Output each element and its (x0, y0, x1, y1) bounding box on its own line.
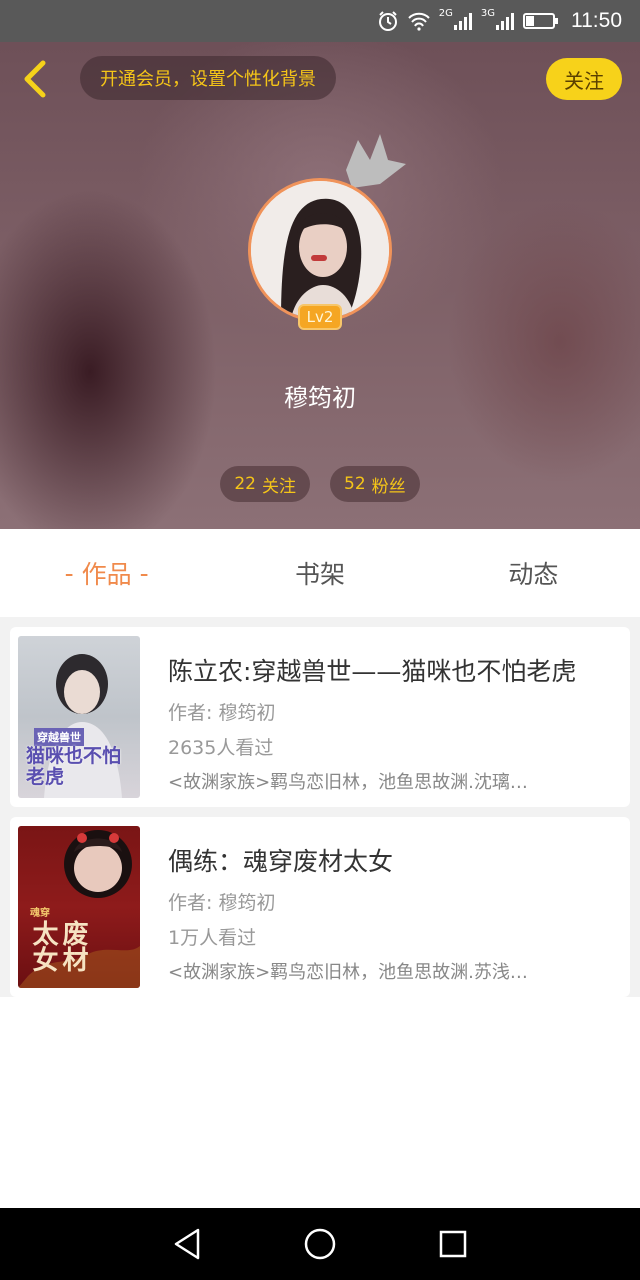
signal-2g-icon: 2G (439, 8, 473, 31)
tab-active-dash-right: - (139, 558, 149, 588)
vip-prompt-text: 开通会员，设置个性化背景 (100, 69, 316, 90)
tab-works[interactable]: - 作品 - (0, 529, 213, 617)
book-list: 穿越兽世 猫咪也不怕老虎 陈立农:穿越兽世——猫咪也不怕老虎 作者: 穆筠初 2… (0, 617, 640, 997)
cover-title: 猫咪也不怕老虎 (26, 745, 122, 788)
tab-activity[interactable]: 动态 (427, 529, 640, 617)
chevron-left-icon (24, 60, 46, 98)
profile-header: 开通会员，设置个性化背景 关注 Lv2 穆筠初 22 关注 52 粉丝 (0, 42, 640, 529)
following-count-button[interactable]: 22 关注 (220, 466, 310, 502)
square-recents-icon (440, 1230, 467, 1258)
nav-recents-button[interactable] (423, 1214, 483, 1274)
nav-back-button[interactable] (157, 1214, 217, 1274)
nav-home-button[interactable] (290, 1214, 350, 1274)
alarm-icon (377, 10, 399, 32)
followers-label: 粉丝 (371, 476, 406, 497)
navigation-bar (0, 1208, 640, 1280)
book-description: <故渊家族>羁鸟恋旧林，池鱼思故渊.苏浅… (168, 962, 528, 983)
tab-activity-label: 动态 (508, 560, 559, 589)
back-button[interactable] (14, 58, 56, 100)
following-count: 22 (234, 474, 256, 494)
cover-subtitle: 穿越兽世 (34, 728, 84, 746)
tab-bookshelf-label: 书架 (294, 560, 345, 589)
follow-button[interactable]: 关注 (546, 58, 622, 100)
stats-row: 22 关注 52 粉丝 (0, 466, 640, 502)
followers-count: 52 (344, 474, 366, 494)
circle-home-icon (304, 1228, 336, 1260)
book-info: 陈立农:穿越兽世——猫咪也不怕老虎 作者: 穆筠初 2635人看过 <故渊家族>… (168, 636, 616, 798)
avatar[interactable] (248, 178, 392, 322)
following-label: 关注 (262, 476, 296, 497)
status-bar: 2G 3G 11:50 (0, 0, 640, 42)
wifi-icon (407, 11, 431, 31)
book-title: 偶练：魂穿废材太女 (168, 847, 394, 876)
status-time: 11:50 (571, 9, 622, 32)
battery-icon (523, 11, 559, 31)
level-badge: Lv2 (298, 304, 342, 330)
list-item[interactable]: 穿越兽世 猫咪也不怕老虎 陈立农:穿越兽世——猫咪也不怕老虎 作者: 穆筠初 2… (10, 627, 630, 807)
cover-subtitle: 魂穿 (30, 908, 50, 919)
vip-background-prompt[interactable]: 开通会员，设置个性化背景 (80, 56, 336, 100)
username: 穆筠初 (284, 384, 356, 412)
tab-active-dash-left: - (64, 558, 74, 588)
book-title: 陈立农:穿越兽世——猫咪也不怕老虎 (168, 657, 577, 686)
book-info: 偶练：魂穿废材太女 作者: 穆筠初 1万人看过 <故渊家族>羁鸟恋旧林，池鱼思故… (168, 826, 616, 988)
book-description: <故渊家族>羁鸟恋旧林，池鱼思故渊.沈璃… (168, 772, 528, 793)
signal-3g-icon: 3G (481, 8, 515, 31)
list-item[interactable]: 魂穿 废材太女 偶练：魂穿废材太女 作者: 穆筠初 1万人看过 <故渊家族>羁鸟… (10, 817, 630, 997)
tab-bookshelf[interactable]: 书架 (213, 529, 426, 617)
tab-bar: - 作品 - 书架 动态 (0, 529, 640, 617)
cover-title: 废材太女 (28, 920, 88, 972)
book-views: 2635人看过 (168, 737, 274, 759)
avatar-image (251, 181, 389, 319)
follow-label: 关注 (564, 68, 604, 93)
book-author: 作者: 穆筠初 (168, 702, 276, 724)
followers-count-button[interactable]: 52 粉丝 (330, 466, 420, 502)
triangle-back-icon (174, 1228, 199, 1260)
level-badge-text: Lv2 (306, 308, 334, 326)
book-author: 作者: 穆筠初 (168, 892, 276, 914)
tab-works-label: 作品 (81, 560, 132, 589)
book-cover: 魂穿 废材太女 (18, 826, 140, 988)
book-cover: 穿越兽世 猫咪也不怕老虎 (18, 636, 140, 798)
book-views: 1万人看过 (168, 927, 257, 949)
